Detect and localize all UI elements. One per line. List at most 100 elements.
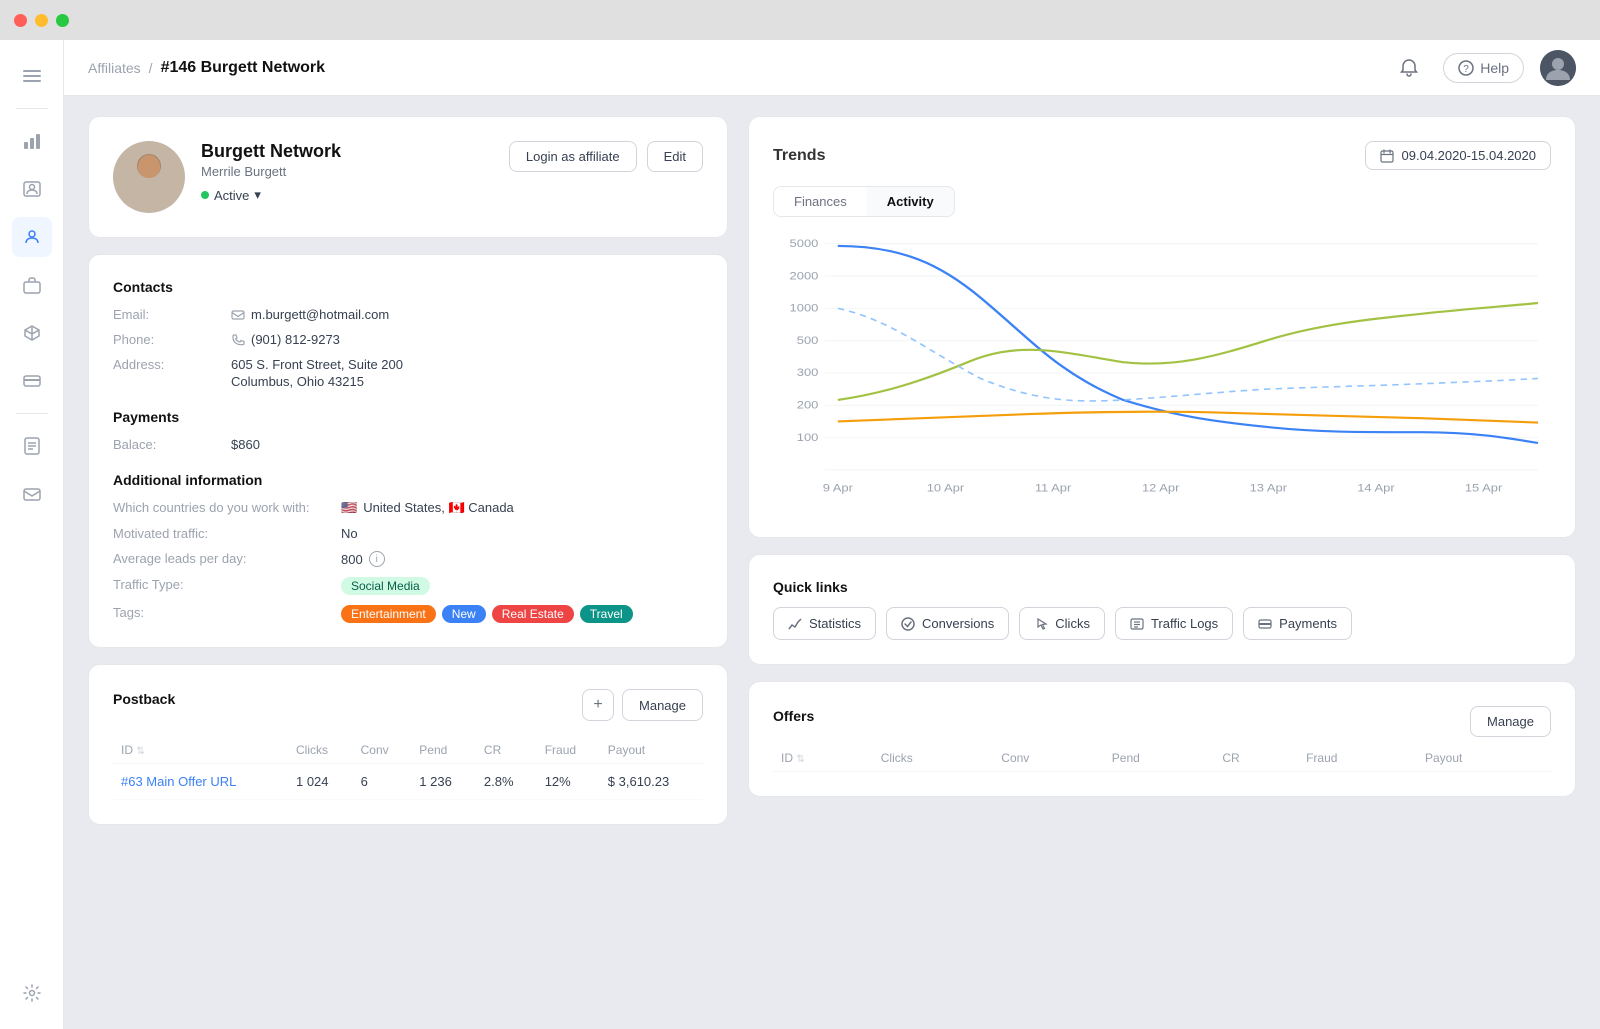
sidebar-item-cube[interactable] <box>12 313 52 353</box>
close-dot[interactable] <box>14 14 27 27</box>
left-column: Burgett Network Merrile Burgett Active ▾… <box>88 116 728 1009</box>
trends-header: Trends 09.04.2020-15.04.2020 <box>773 141 1551 170</box>
contacts-card: Contacts Email: m.burgett@hotmail.com Ph… <box>88 254 728 648</box>
countries-row: Which countries do you work with: 🇺🇸 Uni… <box>113 500 703 516</box>
row-payout: $ 3,610.23 <box>600 764 703 800</box>
countries-value: 🇺🇸 United States, 🇨🇦 Canada <box>341 500 514 516</box>
sidebar-item-settings[interactable] <box>12 973 52 1013</box>
edit-button[interactable]: Edit <box>647 141 703 172</box>
additional-title: Additional information <box>113 472 703 488</box>
svg-text:12 Apr: 12 Apr <box>1142 482 1179 495</box>
postback-header: Postback + Manage <box>113 689 703 721</box>
tags-row-container: Tags: Entertainment New Real Estate Trav… <box>113 605 703 623</box>
sidebar <box>0 40 64 1029</box>
clicks-label: Clicks <box>1055 616 1090 631</box>
offers-col-cr: CR <box>1214 745 1298 772</box>
payments-label: Payments <box>1279 616 1337 631</box>
quick-link-traffic-logs[interactable]: Traffic Logs <box>1115 607 1233 640</box>
minimize-dot[interactable] <box>35 14 48 27</box>
postback-title: Postback <box>113 691 175 707</box>
balance-label: Balace: <box>113 437 223 452</box>
breadcrumb-separator: / <box>149 60 153 76</box>
traffic-type-value: Social Media <box>341 577 430 595</box>
svg-text:9 Apr: 9 Apr <box>823 482 853 495</box>
postback-manage-button[interactable]: Manage <box>622 689 703 721</box>
offers-col-pend: Pend <box>1104 745 1215 772</box>
svg-text:200: 200 <box>797 399 819 412</box>
address-line2: Columbus, Ohio 43215 <box>231 374 364 389</box>
row-clicks: 1 024 <box>288 764 353 800</box>
svg-text:15 Apr: 15 Apr <box>1465 482 1502 495</box>
postback-add-button[interactable]: + <box>582 689 614 721</box>
email-text: m.burgett@hotmail.com <box>251 307 389 322</box>
sidebar-item-card[interactable] <box>12 361 52 401</box>
trends-card: Trends 09.04.2020-15.04.2020 Finances Ac… <box>748 116 1576 538</box>
breadcrumb-link[interactable]: Affiliates <box>88 60 141 76</box>
help-button[interactable]: ? Help <box>1443 53 1524 83</box>
svg-text:300: 300 <box>797 366 819 379</box>
table-row: #63 Main Offer URL 1 024 6 1 236 2.8% 12… <box>113 764 703 800</box>
postback-actions: + Manage <box>582 689 703 721</box>
tags-list: Entertainment New Real Estate Travel <box>341 605 633 623</box>
address-label: Address: <box>113 357 223 372</box>
countries-text: United States, 🇨🇦 Canada <box>363 500 514 516</box>
sidebar-item-mail[interactable] <box>12 474 52 514</box>
login-as-affiliate-button[interactable]: Login as affiliate <box>509 141 637 172</box>
quick-link-payments[interactable]: Payments <box>1243 607 1352 640</box>
svg-text:2000: 2000 <box>790 269 819 282</box>
tag-new: New <box>442 605 486 623</box>
row-id[interactable]: #63 Main Offer URL <box>113 764 288 800</box>
avg-leads-label: Average leads per day: <box>113 551 333 566</box>
notification-button[interactable] <box>1391 50 1427 86</box>
quick-links-title: Quick links <box>773 579 1551 595</box>
svg-text:100: 100 <box>797 431 819 444</box>
traffic-type-tag: Social Media <box>341 577 430 595</box>
content-area: Affiliates / #146 Burgett Network ? Help <box>64 40 1600 1029</box>
col-pend: Pend <box>411 737 476 764</box>
offers-col-payout: Payout <box>1417 745 1551 772</box>
tab-activity[interactable]: Activity <box>867 187 954 216</box>
tag-travel: Travel <box>580 605 633 623</box>
row-fraud: 12% <box>537 764 600 800</box>
postback-table: ID ⇅ Clicks Conv Pend CR Fraud Payout <box>113 737 703 800</box>
help-label: Help <box>1480 60 1509 76</box>
quick-link-conversions[interactable]: Conversions <box>886 607 1009 640</box>
motivated-value: No <box>341 526 358 541</box>
col-payout: Payout <box>600 737 703 764</box>
col-fraud: Fraud <box>537 737 600 764</box>
status-dot <box>201 191 209 199</box>
tab-finances[interactable]: Finances <box>774 187 867 216</box>
quick-link-statistics[interactable]: Statistics <box>773 607 876 640</box>
svg-text:10 Apr: 10 Apr <box>927 482 964 495</box>
trends-chart: 5000 2000 1000 500 300 200 100 <box>773 233 1551 513</box>
status-badge[interactable]: Active ▾ <box>201 187 261 203</box>
email-row: Email: m.burgett@hotmail.com <box>113 307 703 322</box>
quick-links-list: Statistics Conversions Clicks Traff <box>773 607 1551 640</box>
date-range-button[interactable]: 09.04.2020-15.04.2020 <box>1365 141 1551 170</box>
sidebar-item-report[interactable] <box>12 426 52 466</box>
offers-manage-button[interactable]: Manage <box>1470 706 1551 737</box>
right-column: Trends 09.04.2020-15.04.2020 Finances Ac… <box>748 116 1576 1009</box>
balance-value: $860 <box>231 437 260 452</box>
row-conv: 6 <box>353 764 412 800</box>
offers-table: ID ⇅ Clicks Conv Pend CR Fraud Payout <box>773 745 1551 772</box>
sidebar-item-chart[interactable] <box>12 121 52 161</box>
email-value: m.burgett@hotmail.com <box>231 307 389 322</box>
address-row: Address: 605 S. Front Street, Suite 200 … <box>113 357 703 389</box>
offers-col-clicks: Clicks <box>873 745 994 772</box>
maximize-dot[interactable] <box>56 14 69 27</box>
user-avatar[interactable] <box>1540 50 1576 86</box>
breadcrumb: Affiliates / #146 Burgett Network <box>88 59 325 77</box>
sidebar-item-affiliates[interactable] <box>12 217 52 257</box>
quick-link-clicks[interactable]: Clicks <box>1019 607 1105 640</box>
phone-value: (901) 812-9273 <box>231 332 340 347</box>
sidebar-item-menu[interactable] <box>12 56 52 96</box>
svg-text:13 Apr: 13 Apr <box>1250 482 1287 495</box>
sidebar-item-contacts[interactable] <box>12 169 52 209</box>
row-pend: 1 236 <box>411 764 476 800</box>
balance-row: Balace: $860 <box>113 437 703 452</box>
titlebar <box>0 0 1600 40</box>
address-line1: 605 S. Front Street, Suite 200 <box>231 357 403 372</box>
phone-row: Phone: (901) 812-9273 <box>113 332 703 347</box>
sidebar-item-briefcase[interactable] <box>12 265 52 305</box>
